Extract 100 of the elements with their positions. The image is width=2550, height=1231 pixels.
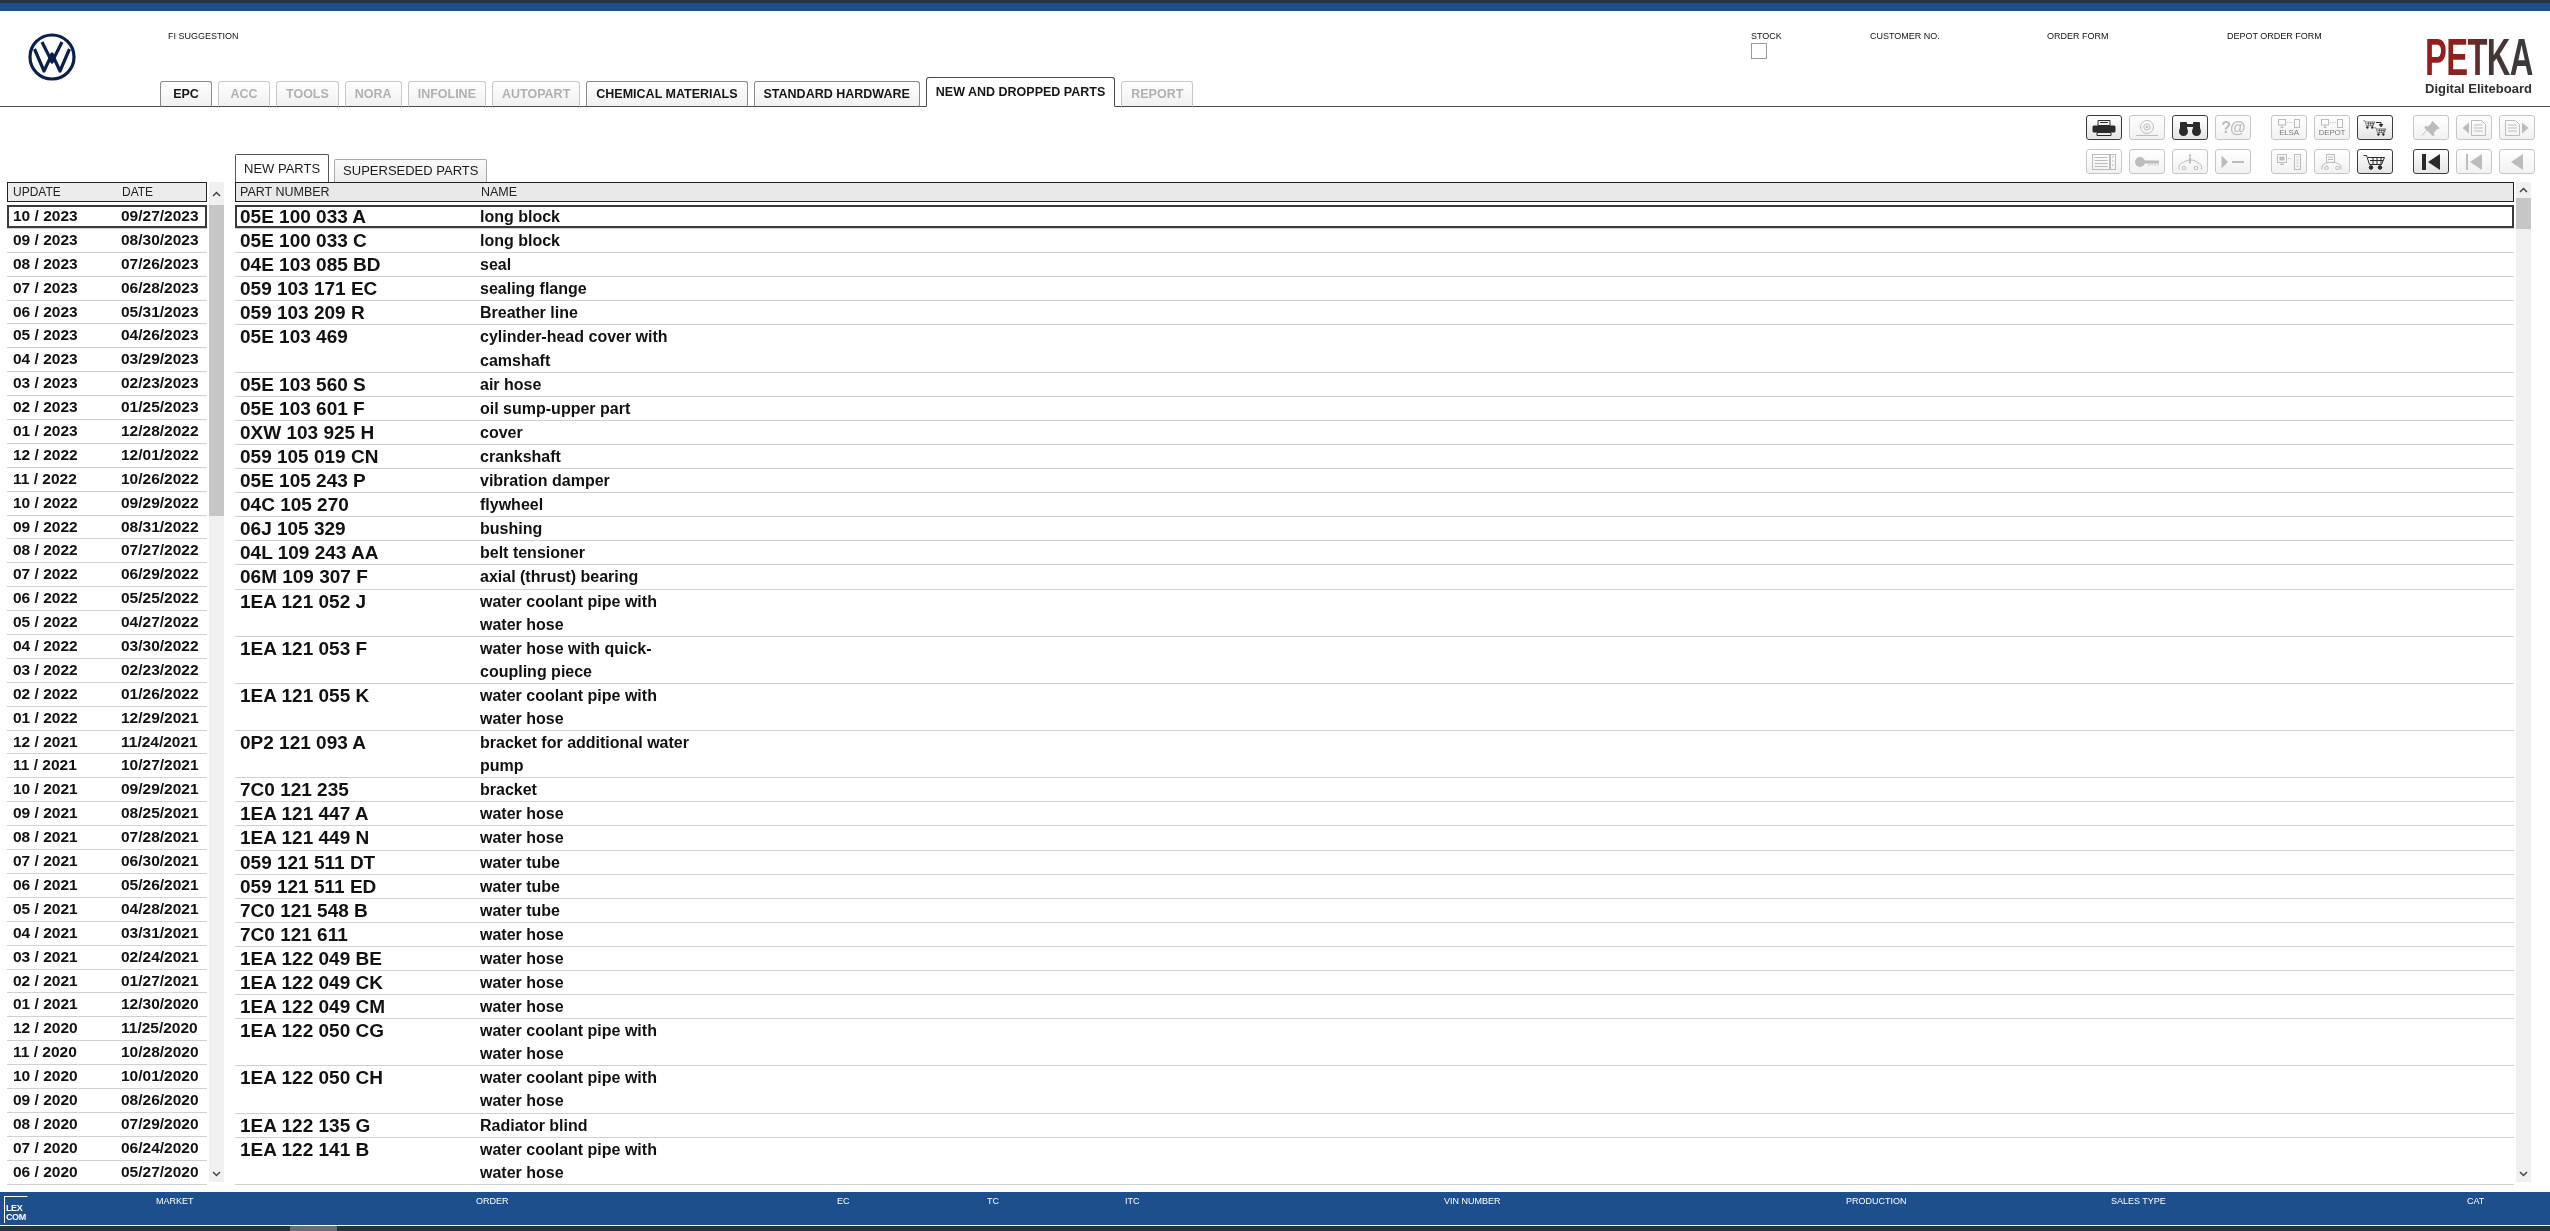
list-row[interactable]: 12 / 2021 11/24/2021 <box>7 730 207 755</box>
toolbar-button[interactable] <box>2357 115 2393 140</box>
table-row[interactable]: 0XW 103 925 H cover <box>235 420 2514 445</box>
list-row[interactable]: 06 / 2021 05/26/2021 <box>7 873 207 898</box>
tab[interactable]: SUPERSEDED PARTS <box>334 159 488 182</box>
list-row[interactable]: 08 / 2023 07/26/2023 <box>7 252 207 277</box>
computer-tower-icon <box>2277 153 2301 170</box>
list-row[interactable]: 12 / 2022 12/01/2022 <box>7 443 207 468</box>
part-number-cell-text: 1EA 122 135 G <box>239 1113 372 1137</box>
table-row[interactable]: 059 121 511 DT water tube <box>235 850 2514 875</box>
list-row[interactable]: 10 / 2023 09/27/2023 <box>7 205 207 229</box>
list-row[interactable]: 03 / 2023 02/23/2023 <box>7 372 207 397</box>
list-row[interactable]: 10 / 2020 10/01/2020 <box>7 1065 207 1089</box>
list-row[interactable]: 05 / 2023 04/26/2023 <box>7 324 207 349</box>
table-row[interactable]: 059 105 019 CN crankshaft <box>235 444 2514 470</box>
scrollbar-thumb[interactable] <box>209 205 224 516</box>
table-row[interactable]: 7C0 121 611 water hose <box>235 922 2514 947</box>
tab[interactable]: EPC <box>160 81 212 107</box>
table-row[interactable]: 059 103 171 EC sealing flange <box>235 277 2514 302</box>
list-row[interactable]: 04 / 2021 03/31/2021 <box>7 921 207 946</box>
table-row[interactable]: 05E 100 033 C long block <box>235 229 2514 254</box>
list-row[interactable]: 07 / 2023 06/28/2023 <box>7 276 207 301</box>
table-row[interactable]: 05E 103 601 F oil sump-upper part <box>235 396 2514 421</box>
table-row[interactable]: 05E 105 243 P vibration damper <box>235 469 2514 494</box>
list-row[interactable]: 08 / 2020 07/29/2020 <box>7 1112 207 1137</box>
list-row[interactable]: 01 / 2022 12/29/2021 <box>7 706 207 731</box>
list-row[interactable]: 11 / 2022 10/26/2022 <box>7 467 207 492</box>
list-row[interactable]: 12 / 2020 11/25/2020 <box>7 1017 207 1042</box>
toolbar-button[interactable] <box>2413 149 2449 174</box>
list-row[interactable]: 02 / 2021 01/27/2021 <box>7 969 207 994</box>
table-row[interactable]: 7C0 121 235 bracket <box>235 778 2514 803</box>
part-name-cell-text: Radiator blind <box>479 1115 589 1136</box>
table-cell-text: 08 / 2021 <box>12 827 79 848</box>
list-row[interactable]: 02 / 2023 01/25/2023 <box>7 396 207 420</box>
part-number-cell-text: 04L 109 243 AA <box>239 541 380 565</box>
list-row[interactable]: 03 / 2022 02/23/2022 <box>7 658 207 683</box>
list-row[interactable]: 05 / 2021 04/28/2021 <box>7 897 207 922</box>
part-name-cell-text: water hose <box>479 924 565 945</box>
list-row[interactable]: 09 / 2020 08/26/2020 <box>7 1088 207 1113</box>
list-row[interactable]: 10 / 2021 09/29/2021 <box>7 778 207 803</box>
tab[interactable]: STANDARD HARDWARE <box>753 81 920 107</box>
table-row[interactable]: 04L 109 243 AA belt tensioner <box>235 541 2514 566</box>
tab[interactable]: CHEMICAL MATERIALS <box>586 81 748 107</box>
toolbar-button[interactable] <box>2172 115 2208 140</box>
list-row[interactable]: 08 / 2021 07/28/2021 <box>7 826 207 851</box>
table-row[interactable]: 059 121 511 ED water tube <box>235 874 2514 899</box>
list-row[interactable]: 06 / 2020 05/27/2020 <box>7 1160 207 1185</box>
part-number-cell-text: 05E 100 033 C <box>239 229 368 253</box>
table-row[interactable]: 059 103 209 R Breather line <box>235 301 2514 326</box>
table-row[interactable]: 04E 103 085 BD seal <box>235 253 2514 278</box>
list-row[interactable]: 04 / 2022 03/30/2022 <box>7 635 207 659</box>
toolbar-button[interactable] <box>2357 149 2393 174</box>
table-row[interactable]: 06M 109 307 F axial (thrust) bearing <box>235 565 2514 590</box>
table-row[interactable]: 05E 100 033 A long block <box>235 205 2514 230</box>
scrollbar-thumb[interactable] <box>2516 198 2531 229</box>
table-row[interactable]: 1EA 121 449 N water hose <box>235 826 2514 851</box>
list-row[interactable]: 07 / 2022 06/29/2022 <box>7 563 207 588</box>
two-carts-icon <box>2362 119 2388 136</box>
list-row[interactable]: 09 / 2021 08/25/2021 <box>7 802 207 827</box>
table-row[interactable]: 1EA 122 049 BE water hose <box>235 946 2514 971</box>
part-name-cell-text: seal <box>479 255 513 276</box>
list-row[interactable]: 05 / 2022 04/27/2022 <box>7 611 207 636</box>
table-row[interactable]: 1EA 121 447 A water hose <box>235 802 2514 827</box>
toolbar-button[interactable] <box>2086 115 2122 140</box>
tab[interactable]: NEW PARTS <box>235 154 330 182</box>
table-row[interactable]: 1EA 122 049 CM water hose <box>235 995 2514 1020</box>
checkbox[interactable] <box>1751 43 1767 59</box>
pin-icon <box>2421 119 2441 136</box>
table-row[interactable]: 1EA 122 141 B water coolant pipe with water hose <box>235 1137 2514 1185</box>
list-row[interactable]: 08 / 2022 07/27/2022 <box>7 539 207 564</box>
list-row[interactable]: 06 / 2022 05/25/2022 <box>7 587 207 612</box>
list-row[interactable]: 01 / 2021 12/30/2020 <box>7 993 207 1018</box>
list-row[interactable]: 04 / 2023 03/29/2023 <box>7 348 207 373</box>
list-row[interactable]: 07 / 2020 06/24/2020 <box>7 1136 207 1161</box>
list-row[interactable]: 02 / 2022 01/26/2022 <box>7 682 207 707</box>
list-row[interactable]: 09 / 2022 08/31/2022 <box>7 515 207 540</box>
cart-icon <box>2363 153 2387 170</box>
table-row[interactable]: 1EA 122 135 G Radiator blind <box>235 1113 2514 1138</box>
table-cell-text: 11/25/2020 <box>121 1018 198 1039</box>
table-row[interactable]: 04C 105 270 flywheel <box>235 493 2514 518</box>
scrollbar[interactable] <box>2516 182 2531 1182</box>
list-row[interactable]: 11 / 2020 10/28/2020 <box>7 1041 207 1066</box>
list-row[interactable]: 01 / 2023 12/28/2022 <box>7 420 207 444</box>
table-cell-text: 02 / 2023 <box>12 397 79 418</box>
scrollbar-thumb[interactable] <box>290 1226 337 1231</box>
table-row[interactable]: 06J 105 329 bushing <box>235 517 2514 542</box>
table-row[interactable]: 1EA 122 050 CH water coolant pipe with water hose <box>235 1066 2514 1114</box>
table-row[interactable]: 05E 103 560 S air hose <box>235 372 2514 397</box>
list-row[interactable]: 07 / 2021 06/30/2021 <box>7 850 207 874</box>
list-row[interactable]: 03 / 2021 02/24/2021 <box>7 945 207 970</box>
list-row[interactable]: 11 / 2021 10/27/2021 <box>7 754 207 779</box>
part-name-cell-text: belt tensioner <box>479 543 586 564</box>
list-row[interactable]: 06 / 2023 05/31/2023 <box>7 300 207 325</box>
table-row[interactable]: 7C0 121 548 B water tube <box>235 898 2514 923</box>
list-row[interactable]: 09 / 2023 08/30/2023 <box>7 228 207 253</box>
table-row[interactable]: 1EA 122 049 CK water hose <box>235 971 2514 996</box>
table-cell-text: 12 / 2021 <box>12 731 79 752</box>
scrollbar[interactable] <box>209 182 224 1182</box>
tab[interactable]: NEW AND DROPPED PARTS <box>925 77 1116 107</box>
list-row[interactable]: 10 / 2022 09/29/2022 <box>7 491 207 516</box>
